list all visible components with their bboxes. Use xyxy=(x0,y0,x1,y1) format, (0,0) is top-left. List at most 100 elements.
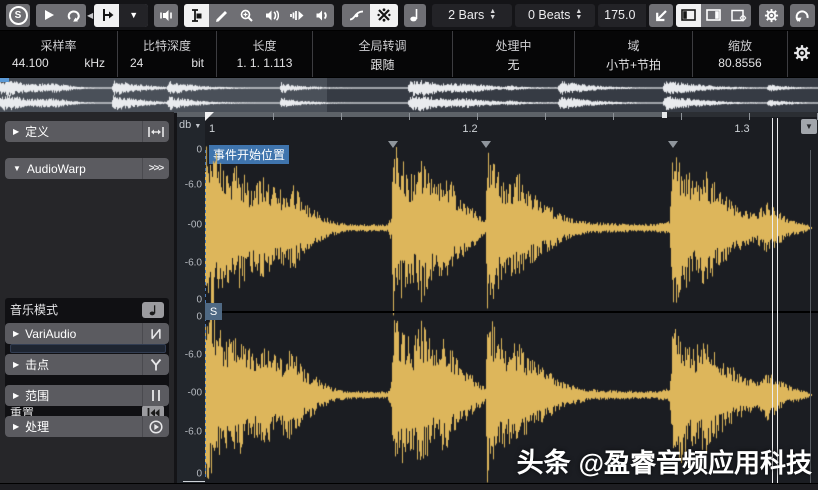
tools-group xyxy=(184,3,335,27)
beats-stepper[interactable]: ▲ ▼ xyxy=(575,8,582,21)
tool-zoom[interactable] xyxy=(234,4,259,27)
warp-tab-marker[interactable] xyxy=(481,141,491,148)
audiowarp-label: AudioWarp xyxy=(26,161,86,176)
tool-draw[interactable] xyxy=(209,4,234,27)
info-section[interactable]: 处理中无 xyxy=(453,31,575,77)
musical-grid-button[interactable] xyxy=(404,3,427,27)
info-value[interactable]: 80.8556 xyxy=(693,56,787,70)
watermark-brand: 头条 xyxy=(516,448,571,478)
inspector-section-process[interactable]: ▶ 处理 xyxy=(5,416,169,437)
info-section[interactable]: 长度 1. 1. 1.113 xyxy=(217,31,313,77)
ruler-tick xyxy=(341,113,342,120)
transport-flyout-icon[interactable]: ◀ xyxy=(87,11,93,20)
tempo-field[interactable]: 175.0 xyxy=(598,3,647,27)
info-value[interactable]: 跟随 xyxy=(313,56,452,73)
variaudio-label: VariAudio xyxy=(25,326,77,341)
info-section[interactable]: 全局转调 跟随 xyxy=(313,31,453,77)
overview-strip[interactable] xyxy=(0,77,818,113)
length-beats-field[interactable]: 0 Beats ▲ ▼ xyxy=(515,3,596,27)
info-value[interactable]: 1. 1. 1.113 xyxy=(217,56,312,70)
zone-toggles-group xyxy=(676,3,752,27)
inspector-section-definition[interactable]: ▶ 定义 xyxy=(5,121,169,142)
ruler-label: 1.2 xyxy=(462,123,478,135)
chevron-down-icon: ▼ xyxy=(194,123,202,130)
musical-mode-button[interactable] xyxy=(142,301,164,318)
waveform-editor[interactable]: 11.21.3 事件开始位置 S ▼ xyxy=(177,112,818,483)
tool-warp-grid[interactable] xyxy=(370,3,399,27)
tool-speaker[interactable] xyxy=(309,4,334,27)
collapsed-arrow-icon: ▶ xyxy=(13,329,20,338)
inspector-section-variaudio[interactable]: ▶ VariAudio xyxy=(5,323,169,344)
swing-slider[interactable] xyxy=(10,344,166,353)
musical-mode-row: 音乐模式 xyxy=(5,300,169,319)
tool-range-select[interactable] xyxy=(184,3,210,27)
setup-button[interactable] xyxy=(759,3,785,27)
chevron-down-icon: ▼ xyxy=(129,10,139,20)
autoscroll-icon xyxy=(102,9,114,21)
event-start-flag[interactable] xyxy=(205,112,214,121)
info-unit: bit xyxy=(191,56,204,70)
musical-mode-label: 音乐模式 xyxy=(10,303,59,317)
autoscroll-dropdown[interactable]: ▼ xyxy=(119,3,149,27)
warp-tab-marker[interactable] xyxy=(668,141,678,148)
info-section[interactable]: 域小节+节拍 xyxy=(575,31,693,77)
info-value[interactable]: 小节+节拍 xyxy=(575,56,692,73)
info-section[interactable]: 比特深度 24 bit xyxy=(118,31,217,77)
autoscroll-button[interactable] xyxy=(94,3,120,27)
left-zone-icon xyxy=(681,9,696,21)
db-scale-label: -00 xyxy=(187,387,202,399)
info-label: 比特深度 xyxy=(142,39,191,53)
zoom-fit-button[interactable] xyxy=(649,3,674,27)
collapsed-arrow-icon: ▶ xyxy=(13,391,20,400)
info-value[interactable]: 无 xyxy=(453,56,574,73)
autoscroll-group: ▼ xyxy=(94,3,149,27)
audition-loop-button[interactable] xyxy=(61,4,86,27)
db-scale-label: -00 xyxy=(187,219,202,231)
zero-tick xyxy=(183,481,205,482)
length-bars-field[interactable]: 2 Bars ▲ ▼ xyxy=(432,3,513,27)
left-zone-toggle[interactable] xyxy=(676,3,702,27)
gear-icon xyxy=(765,8,779,22)
jog-button[interactable] xyxy=(790,3,816,27)
scrollbar-cap[interactable] xyxy=(662,112,667,118)
db-scale-label: 0 xyxy=(196,468,202,480)
bars-stepper[interactable]: ▲ ▼ xyxy=(489,8,496,21)
inspector-section-range[interactable]: ▶ 范围 xyxy=(5,385,169,406)
warp-tab-marker[interactable] xyxy=(388,141,398,148)
solo-button[interactable]: S xyxy=(6,3,30,27)
audition-play-button[interactable] xyxy=(36,4,61,27)
db-scale-label: -6.0 xyxy=(184,426,202,438)
tool-play[interactable] xyxy=(284,4,309,27)
chevrons-right-icon: >>> xyxy=(142,158,169,179)
channel-solo-badge[interactable]: S xyxy=(205,303,222,320)
collapsed-arrow-icon: ▶ xyxy=(13,360,20,369)
watermark-handle: @盈睿音频应用科技 xyxy=(578,448,812,478)
db-scale-column[interactable]: db ▼ 0 -6.0 -00 -6.0 0 0 -6.0 -00 -6.0 0 xyxy=(177,112,205,483)
magnifier-plus-icon xyxy=(240,9,253,22)
zoom-scrollbar-handle[interactable] xyxy=(177,112,662,117)
event-boundary-line[interactable] xyxy=(772,118,773,483)
info-value[interactable]: 44.100 xyxy=(12,56,49,70)
tool-free-warp[interactable] xyxy=(342,4,370,27)
event-boundary-line[interactable] xyxy=(777,118,778,483)
db-scale-label: 0 xyxy=(196,294,202,306)
chevron-down-icon: ▼ xyxy=(805,122,813,131)
speaker-volume-icon xyxy=(316,10,327,20)
inspector-section-hitpoints[interactable]: ▶ 击点 xyxy=(5,354,169,375)
info-value[interactable]: 24 xyxy=(130,56,143,70)
window-layout-button[interactable] xyxy=(726,4,751,27)
loop-icon xyxy=(67,10,80,22)
ruler-tick xyxy=(273,113,274,120)
acoustic-feedback-button[interactable] xyxy=(154,3,179,27)
db-scale-label: 0 xyxy=(196,311,202,323)
info-section[interactable]: 采样率 44.100 kHz xyxy=(0,31,118,77)
scale-unit-selector[interactable]: db ▼ xyxy=(179,119,201,131)
right-zone-toggle[interactable] xyxy=(701,4,726,27)
inspector-section-audiowarp[interactable]: ▼ AudioWarp >>> xyxy=(5,158,169,179)
info-section[interactable]: 缩放 80.8556 xyxy=(693,31,788,77)
ruler-options-button[interactable]: ▼ xyxy=(801,119,817,134)
info-settings-gear-icon[interactable] xyxy=(793,44,811,62)
ruler-tick xyxy=(545,113,546,120)
scrub-speaker-icon xyxy=(265,9,279,21)
tool-scrub[interactable] xyxy=(259,4,284,27)
